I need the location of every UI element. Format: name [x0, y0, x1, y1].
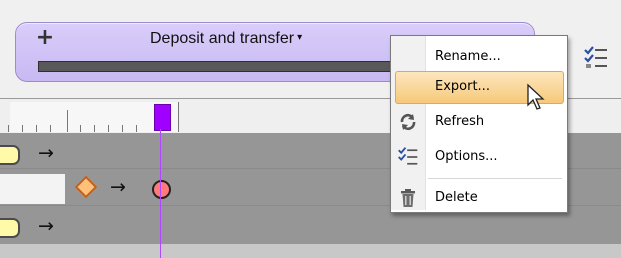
menu-item-label: Rename... — [435, 49, 501, 64]
active-lane-highlight — [0, 174, 65, 204]
menu-item-label: Options... — [435, 149, 498, 164]
ruler-major-tick — [67, 110, 68, 132]
ruler-tick — [8, 125, 9, 132]
ruler-tick — [36, 125, 37, 132]
menu-item-label: Export... — [435, 79, 490, 94]
ruler-range-end — [178, 102, 179, 132]
ruler-tick — [136, 125, 137, 132]
playhead-handle[interactable] — [154, 104, 171, 131]
flow-title[interactable]: Deposit and transfer ▾ — [150, 30, 410, 50]
start-node[interactable] — [0, 218, 20, 238]
start-node[interactable] — [0, 145, 20, 165]
options-checklist-icon[interactable] — [583, 45, 609, 71]
ruler-tick — [80, 125, 81, 132]
menu-item-label: Refresh — [435, 114, 485, 129]
progress-bar — [38, 61, 400, 72]
track-bottom-strip — [0, 244, 621, 258]
ruler-tick — [94, 125, 95, 132]
ruler-tick — [22, 125, 23, 132]
arrow-right-icon: → — [38, 215, 54, 237]
playhead-line — [160, 129, 161, 258]
chevron-down-icon[interactable]: ▾ — [297, 32, 302, 43]
arrow-right-icon: → — [110, 176, 126, 198]
ruler-tick — [108, 125, 109, 132]
refresh-icon — [397, 111, 419, 133]
add-button[interactable]: + — [34, 27, 56, 49]
event-node[interactable] — [152, 180, 171, 199]
flow-title-label: Deposit and transfer — [150, 30, 295, 47]
menu-separator — [428, 178, 562, 179]
options-checklist-icon — [397, 146, 419, 168]
ruler-tick — [122, 125, 123, 132]
mouse-cursor-icon — [526, 83, 546, 111]
ruler-tick — [50, 125, 51, 132]
arrow-right-icon: → — [38, 142, 54, 164]
menu-item-label: Delete — [435, 190, 478, 205]
trash-icon — [397, 187, 419, 209]
